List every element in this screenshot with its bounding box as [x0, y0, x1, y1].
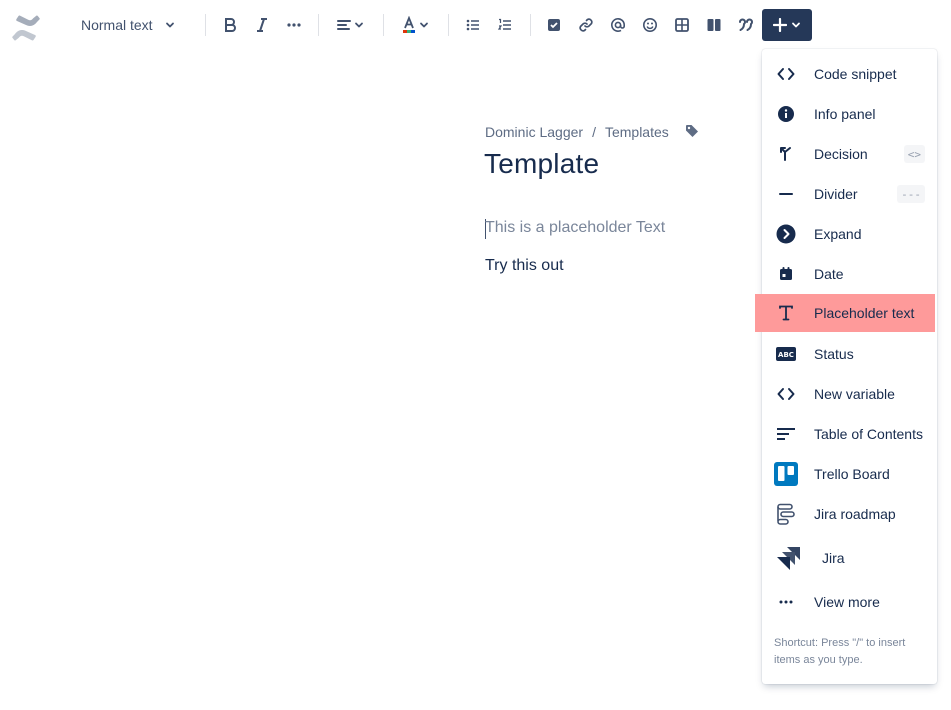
menu-item-expand[interactable]: Expand	[762, 215, 937, 253]
menu-item-label: Divider	[814, 186, 858, 202]
toolbar-divider	[448, 14, 449, 36]
variable-icon	[774, 382, 798, 406]
chevron-down-icon	[792, 22, 800, 28]
shortcut-badge: <>	[903, 145, 925, 163]
bullet-list-button[interactable]	[459, 9, 487, 41]
menu-item-table-of-contents[interactable]: Table of Contents	[762, 415, 937, 453]
menu-item-date[interactable]: Date	[762, 255, 937, 293]
toolbar-divider	[383, 14, 384, 36]
confluence-logo-icon[interactable]	[12, 14, 40, 42]
decision-icon	[774, 142, 798, 166]
breadcrumb-separator: /	[592, 124, 596, 140]
menu-item-code-snippet[interactable]: Code snippet	[762, 55, 937, 93]
toolbar-divider	[530, 14, 531, 36]
menu-item-status[interactable]: ABC Status	[762, 335, 937, 373]
breadcrumb-item-templates[interactable]: Templates	[605, 124, 669, 140]
placeholder-text-icon	[774, 301, 798, 325]
emoji-icon	[643, 18, 657, 32]
page-title[interactable]: Template	[484, 148, 599, 180]
divider-icon	[774, 182, 798, 206]
link-button[interactable]	[572, 9, 600, 41]
shortcut-badge: ---	[897, 185, 925, 203]
quote-button[interactable]	[732, 9, 760, 41]
status-icon: ABC	[774, 342, 798, 366]
svg-text:ABC: ABC	[778, 351, 794, 359]
table-button[interactable]	[668, 9, 696, 41]
menu-item-label: Expand	[814, 226, 862, 242]
text-color-dropdown[interactable]	[395, 9, 435, 41]
menu-item-label: Jira roadmap	[814, 506, 896, 522]
table-icon	[675, 18, 689, 32]
more-icon	[774, 590, 798, 614]
menu-item-label: Trello Board	[814, 466, 890, 482]
menu-item-label: Jira	[822, 550, 845, 566]
numbered-list-icon	[497, 18, 511, 30]
insert-menu: Code snippet Info panel Decision <> Divi…	[755, 49, 937, 684]
bold-icon	[225, 18, 236, 32]
calendar-icon	[774, 262, 798, 286]
numbered-list-button[interactable]	[491, 9, 519, 41]
expand-icon	[774, 222, 798, 246]
mention-icon	[611, 17, 626, 32]
menu-item-jira[interactable]: Jira	[762, 537, 937, 579]
menu-item-label: View more	[814, 594, 880, 610]
menu-item-label: Decision	[814, 146, 868, 162]
menu-item-trello-board[interactable]: Trello Board	[762, 455, 937, 493]
toolbar-divider	[205, 14, 206, 36]
label-tag-icon[interactable]	[685, 124, 699, 143]
checkbox-icon	[548, 19, 560, 31]
body-paragraph[interactable]: Try this out	[485, 257, 564, 275]
menu-item-placeholder-text[interactable]: Placeholder text	[755, 294, 935, 332]
trello-icon	[774, 462, 798, 486]
plus-icon	[773, 18, 787, 32]
toolbar-divider	[318, 14, 319, 36]
menu-item-label: Code snippet	[814, 66, 897, 82]
menu-item-decision[interactable]: Decision <>	[762, 135, 937, 173]
emoji-button[interactable]	[636, 9, 664, 41]
menu-item-divider[interactable]: Divider ---	[762, 175, 937, 213]
info-icon	[774, 102, 798, 126]
more-icon	[287, 23, 301, 27]
placeholder-text[interactable]: This is a placeholder Text	[485, 219, 665, 237]
chevron-down-icon	[420, 22, 428, 28]
layout-columns-icon	[707, 19, 721, 31]
text-style-label: Normal text	[81, 17, 153, 33]
action-item-button[interactable]	[540, 9, 568, 41]
jira-icon	[774, 543, 804, 573]
more-formatting-button[interactable]	[280, 9, 308, 41]
code-icon	[774, 62, 798, 86]
menu-item-view-more[interactable]: View more	[762, 583, 937, 621]
toc-icon	[774, 422, 798, 446]
text-style-dropdown[interactable]: Normal text	[70, 9, 188, 41]
breadcrumb: Dominic Lagger / Templates	[485, 124, 669, 140]
mention-button[interactable]	[604, 9, 632, 41]
italic-button[interactable]	[248, 9, 276, 41]
insert-button[interactable]	[762, 9, 812, 41]
italic-icon	[257, 18, 267, 32]
link-icon	[579, 18, 593, 32]
layouts-button[interactable]	[700, 9, 728, 41]
menu-item-label: Placeholder text	[814, 305, 915, 321]
alignment-dropdown[interactable]	[330, 9, 370, 41]
text-color-icon	[403, 16, 415, 33]
quote-icon	[739, 18, 753, 31]
bullet-list-icon	[466, 19, 479, 31]
menu-item-label: Info panel	[814, 106, 876, 122]
breadcrumb-item-space[interactable]: Dominic Lagger	[485, 124, 583, 140]
roadmap-icon	[774, 502, 798, 526]
menu-item-jira-roadmap[interactable]: Jira roadmap	[762, 495, 937, 533]
menu-item-new-variable[interactable]: New variable	[762, 375, 937, 413]
chevron-down-icon	[355, 22, 363, 28]
menu-item-label: Table of Contents	[814, 426, 923, 442]
bold-button[interactable]	[216, 9, 244, 41]
menu-item-label: Status	[814, 346, 854, 362]
align-left-icon	[337, 20, 351, 30]
menu-item-label: New variable	[814, 386, 895, 402]
menu-footer-hint: Shortcut: Press "/" to insert items as y…	[774, 637, 906, 666]
menu-item-info-panel[interactable]: Info panel	[762, 95, 937, 133]
editor-toolbar: Normal text	[0, 0, 951, 50]
menu-item-label: Date	[814, 266, 844, 282]
chevron-down-icon	[165, 22, 174, 28]
